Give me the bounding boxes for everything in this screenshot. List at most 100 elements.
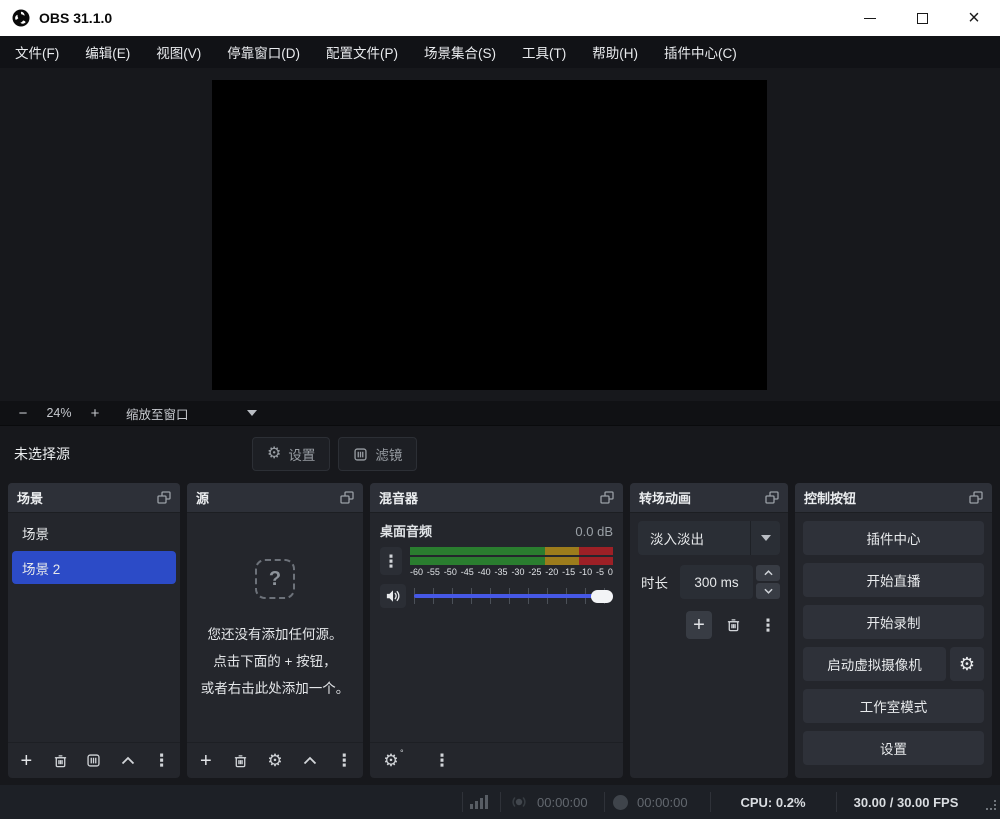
settings-button[interactable]: 设置	[803, 731, 984, 765]
gear-icon: ⚙	[267, 752, 282, 769]
popout-icon	[765, 491, 779, 504]
source-properties-button[interactable]: ⚙	[264, 748, 286, 774]
zoom-in-button[interactable]: +	[82, 402, 108, 424]
scenes-panel-header: 场景	[8, 483, 180, 513]
remove-scene-button[interactable]	[50, 748, 71, 774]
zoom-level-label: 24%	[36, 406, 82, 420]
transitions-panel: 转场动画 淡入淡出 时长 300 ms	[630, 483, 788, 778]
resize-grip[interactable]	[986, 798, 997, 816]
popout-button[interactable]	[969, 491, 983, 504]
start-streaming-button[interactable]: 开始直播	[803, 563, 984, 597]
popout-icon	[340, 491, 354, 504]
combo-arrow	[750, 521, 780, 555]
obs-window: OBS 31.1.0 × 文件(F) 编辑(E) 视图(V) 停靠窗口(D) 配…	[0, 0, 1000, 819]
popout-button[interactable]	[765, 491, 779, 504]
menu-item-edit[interactable]: 编辑(E)	[72, 36, 143, 68]
duration-up-button[interactable]	[756, 565, 780, 581]
empty-line: 或者右击此处添加一个。	[201, 675, 350, 702]
signal-bars-icon	[470, 795, 488, 809]
sources-panel-header: 源	[187, 483, 363, 513]
zoom-out-button[interactable]: −	[10, 402, 36, 424]
add-source-button[interactable]: +	[195, 748, 217, 774]
properties-button-label: 设置	[288, 444, 315, 464]
properties-button[interactable]: ⚙ 设置	[252, 437, 330, 471]
chevron-down-icon	[764, 588, 773, 594]
audio-source-name: 桌面音频	[380, 521, 432, 540]
plus-icon: +	[200, 751, 212, 771]
audio-level-db: 0.0 dB	[575, 524, 613, 539]
move-scene-up-button[interactable]	[117, 748, 138, 774]
volume-slider[interactable]	[414, 587, 613, 605]
transition-select[interactable]: 淡入淡出	[638, 521, 780, 555]
scene-item[interactable]: 场景	[12, 516, 176, 549]
transitions-panel-title: 转场动画	[639, 488, 691, 507]
fps-status: 30.00 / 30.00 FPS	[836, 785, 976, 819]
audio-source-menu-button[interactable]: ⋮	[380, 547, 402, 575]
popout-button[interactable]	[340, 491, 354, 504]
sources-empty-area[interactable]: ? 您还没有添加任何源。 点击下面的 + 按钮， 或者右击此处添加一个。	[187, 513, 363, 742]
transitions-panel-header: 转场动画	[630, 483, 788, 513]
add-transition-button[interactable]: +	[686, 611, 712, 639]
filter-icon	[86, 753, 101, 768]
stream-status: 00:00:00	[510, 785, 588, 819]
empty-line: 点击下面的 + 按钮，	[201, 648, 350, 675]
duration-down-button[interactable]	[756, 583, 780, 599]
studio-mode-button[interactable]: 工作室模式	[803, 689, 984, 723]
duration-input[interactable]: 300 ms	[680, 565, 753, 599]
scene-item-selected[interactable]: 场景 2	[12, 551, 176, 584]
empty-line: 您还没有添加任何源。	[201, 621, 350, 648]
close-button[interactable]: ×	[948, 0, 1000, 36]
remove-source-button[interactable]	[230, 748, 252, 774]
menu-item-scene-collection[interactable]: 场景集合(S)	[411, 36, 509, 68]
maximize-button[interactable]	[896, 0, 948, 36]
obs-logo-icon	[12, 9, 30, 27]
menu-item-file[interactable]: 文件(F)	[2, 36, 72, 68]
menu-item-view[interactable]: 视图(V)	[143, 36, 214, 68]
menu-item-profile[interactable]: 配置文件(P)	[313, 36, 411, 68]
sources-toolbar: + ⚙ ⋮	[187, 742, 363, 778]
preview-canvas[interactable]	[212, 80, 767, 390]
controls-panel-header: 控制按钮	[795, 483, 992, 513]
add-scene-button[interactable]: +	[16, 748, 37, 774]
scene-filters-button[interactable]	[84, 748, 105, 774]
preview-zoom-bar: − 24% + 缩放至窗口	[0, 401, 1000, 426]
window-controls: ×	[844, 0, 1000, 36]
remove-transition-button[interactable]	[722, 612, 746, 638]
broadcast-icon	[510, 793, 528, 811]
gear-icon: ⚙	[267, 446, 281, 462]
menu-item-tools[interactable]: 工具(T)	[509, 36, 579, 68]
mixer-panel-title: 混音器	[379, 488, 418, 507]
filters-button[interactable]: 滤镜	[338, 437, 417, 471]
start-recording-button[interactable]: 开始录制	[803, 605, 984, 639]
sources-menu-button[interactable]: ⋮	[333, 748, 355, 774]
menu-item-docks[interactable]: 停靠窗口(D)	[214, 36, 313, 68]
virtual-camera-settings-button[interactable]: ⚙	[950, 647, 984, 681]
scenes-menu-button[interactable]: ⋮	[151, 748, 172, 774]
zoom-fit-dropdown[interactable]: 缩放至窗口	[126, 404, 257, 423]
advanced-audio-button[interactable]: ⚙°	[378, 748, 404, 774]
scenes-panel: 场景 场景 场景 2 +	[8, 483, 180, 778]
popout-button[interactable]	[157, 491, 171, 504]
record-status: 00:00:00	[613, 785, 688, 819]
fps-label: 30.00 / 30.00 FPS	[854, 795, 959, 810]
question-placeholder-icon: ?	[255, 559, 295, 599]
zoom-fit-label: 缩放至窗口	[126, 404, 189, 423]
network-status	[470, 785, 488, 819]
slider-handle[interactable]	[591, 590, 613, 603]
mixer-menu-button[interactable]: ⋮	[429, 748, 455, 774]
start-virtual-camera-button[interactable]: 启动虚拟摄像机	[803, 647, 946, 681]
mixer-toolbar: ⚙° ⋮	[370, 742, 623, 778]
window-title: OBS 31.1.0	[39, 10, 112, 26]
maximize-icon	[917, 13, 928, 24]
mute-button[interactable]	[380, 584, 406, 608]
minimize-button[interactable]	[844, 0, 896, 36]
transitions-body: 淡入淡出 时长 300 ms +	[630, 513, 788, 778]
menu-item-plugin-center[interactable]: 插件中心(C)	[651, 36, 750, 68]
scenes-toolbar: + ⋮	[8, 742, 180, 778]
move-source-up-button[interactable]	[299, 748, 321, 774]
transition-menu-button[interactable]: ⋮	[756, 612, 780, 638]
popout-button[interactable]	[600, 491, 614, 504]
menu-item-help[interactable]: 帮助(H)	[579, 36, 651, 68]
kebab-icon: ⋮	[153, 752, 170, 769]
plugin-center-button[interactable]: 插件中心	[803, 521, 984, 555]
